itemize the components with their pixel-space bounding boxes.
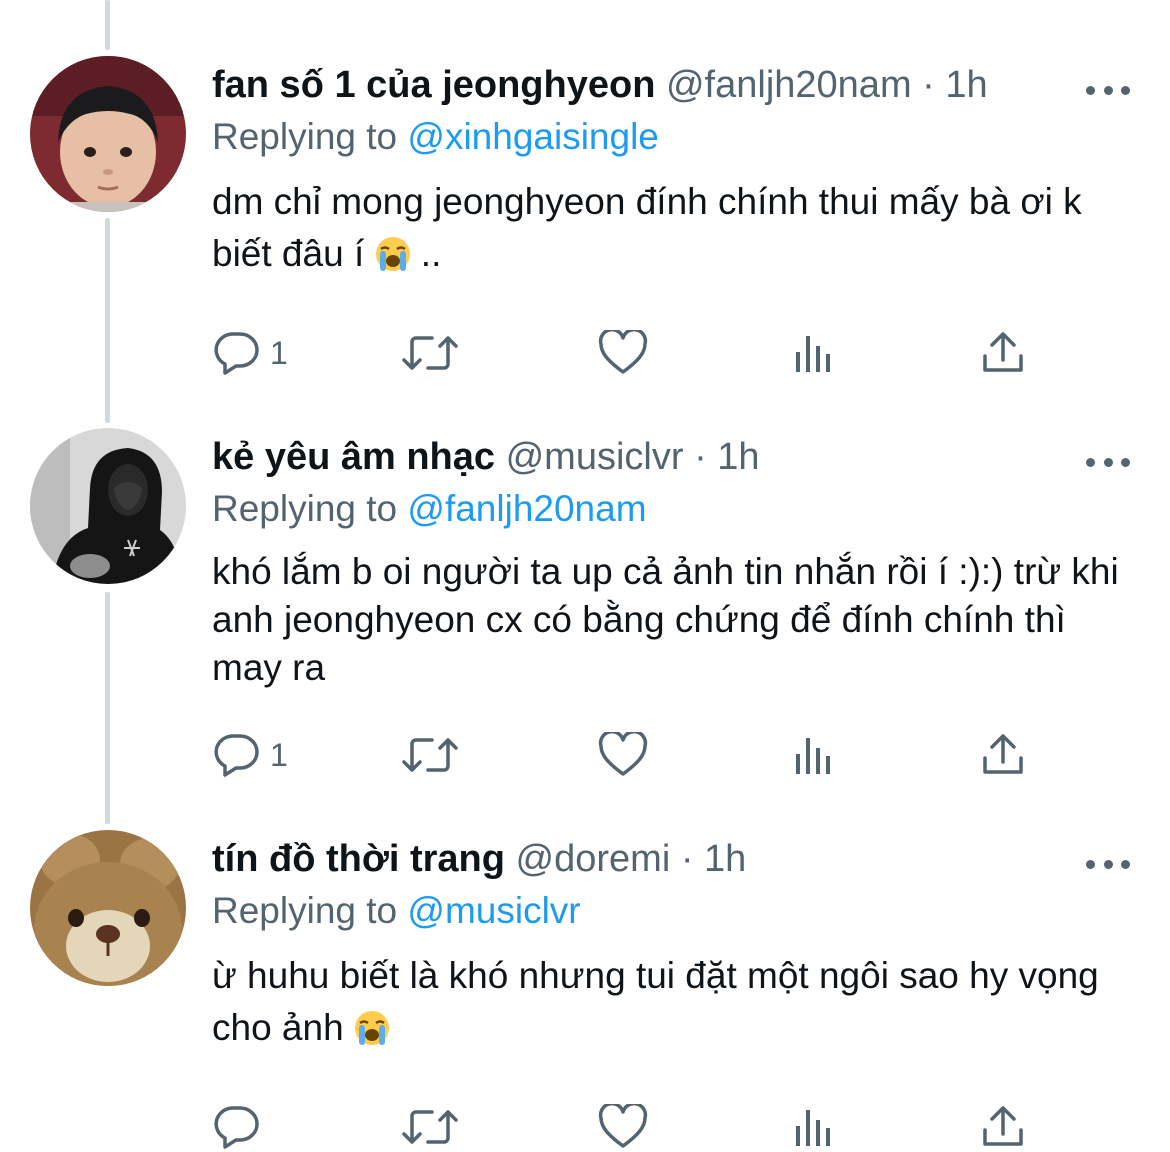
- display-name[interactable]: tín đồ thời trang: [212, 838, 505, 880]
- timestamp[interactable]: 1h: [717, 436, 759, 478]
- timestamp[interactable]: 1h: [704, 838, 746, 880]
- retweet-button[interactable]: [400, 328, 460, 378]
- tweet-text: ừ huhu biết là khó nhưng tui đặt một ngô…: [212, 950, 1142, 1054]
- display-name[interactable]: fan số 1 của jeonghyeon: [212, 64, 655, 106]
- separator: ·: [694, 436, 707, 478]
- thread-line-top: [105, 0, 110, 50]
- loudly-crying-face-icon: [375, 237, 410, 271]
- share-icon: [983, 1106, 1023, 1146]
- reply-count: 1: [270, 736, 288, 773]
- replying-to-handle[interactable]: @xinhgaisingle: [407, 116, 658, 157]
- tweet[interactable]: fan số 1 của jeonghyeon @fanljh20nam · 1…: [0, 56, 1170, 396]
- tweet-header: kẻ yêu âm nhạc @musiclvr · 1h: [212, 434, 760, 480]
- analytics-icon: [796, 738, 830, 774]
- replying-to: Replying to @fanljh20nam: [212, 486, 647, 532]
- tweet-text-main: dm chỉ mong jeonghyeon đính chính thui m…: [212, 181, 1082, 274]
- like-button[interactable]: [598, 730, 648, 780]
- replying-to-label: Replying to: [212, 116, 398, 157]
- reply-icon: [214, 1106, 259, 1149]
- replying-to-label: Replying to: [212, 890, 398, 931]
- share-icon: [983, 734, 1023, 774]
- tweet-text-main: ừ huhu biết là khó nhưng tui đặt một ngô…: [212, 955, 1099, 1048]
- reply-icon: [214, 734, 259, 777]
- reply-button[interactable]: [212, 1102, 260, 1152]
- share-button[interactable]: [980, 730, 1026, 780]
- like-button[interactable]: [598, 328, 648, 378]
- retweet-icon: [402, 336, 458, 370]
- handle[interactable]: @fanljh20nam: [666, 64, 912, 106]
- replying-to-handle[interactable]: @musiclvr: [407, 890, 580, 931]
- retweet-icon: [402, 1110, 458, 1144]
- reply-button[interactable]: 1: [212, 328, 288, 378]
- share-button[interactable]: [980, 328, 1026, 378]
- tweet-text: dm chỉ mong jeonghyeon đính chính thui m…: [212, 176, 1142, 280]
- tweet-text: khó lắm b oi người ta up cả ảnh tin nhắn…: [212, 548, 1142, 692]
- views-button[interactable]: [792, 1102, 836, 1152]
- replying-to: Replying to @xinhgaisingle: [212, 114, 659, 160]
- heart-icon: [598, 330, 648, 374]
- tweet-text-tail: ..: [420, 233, 442, 274]
- avatar[interactable]: [30, 56, 186, 212]
- replying-to-label: Replying to: [212, 488, 398, 529]
- timestamp[interactable]: 1h: [945, 64, 987, 106]
- avatar[interactable]: [30, 830, 186, 986]
- separator: ·: [922, 64, 935, 106]
- separator: ·: [680, 838, 694, 880]
- handle[interactable]: @musiclvr: [506, 436, 684, 478]
- views-button[interactable]: [792, 328, 836, 378]
- analytics-icon: [796, 336, 830, 372]
- reply-button[interactable]: 1: [212, 730, 288, 780]
- heart-icon: [598, 732, 648, 776]
- more-options-icon[interactable]: [1086, 456, 1130, 468]
- handle[interactable]: @doremi: [516, 838, 671, 880]
- reply-count: 1: [270, 334, 288, 371]
- tweet-header: tín đồ thời trang @doremi · 1h: [212, 836, 746, 882]
- retweet-icon: [402, 738, 458, 772]
- replying-to-handle[interactable]: @fanljh20nam: [407, 488, 646, 529]
- tweet-header: fan số 1 của jeonghyeon @fanljh20nam · 1…: [212, 62, 988, 108]
- display-name[interactable]: kẻ yêu âm nhạc: [212, 436, 495, 478]
- share-icon: [983, 332, 1023, 372]
- like-button[interactable]: [598, 1102, 648, 1152]
- retweet-button[interactable]: [400, 730, 460, 780]
- avatar[interactable]: [30, 428, 186, 584]
- action-bar: 1: [212, 730, 1142, 780]
- action-bar: 1: [212, 328, 1142, 378]
- replying-to: Replying to @musiclvr: [212, 888, 581, 934]
- loudly-crying-face-icon: [354, 1011, 389, 1045]
- action-bar: [212, 1102, 1142, 1152]
- tweet[interactable]: kẻ yêu âm nhạc @musiclvr · 1h Replying t…: [0, 428, 1170, 788]
- more-options-icon[interactable]: [1086, 84, 1130, 96]
- share-button[interactable]: [980, 1102, 1026, 1152]
- retweet-button[interactable]: [400, 1102, 460, 1152]
- more-options-icon[interactable]: [1086, 858, 1130, 870]
- heart-icon: [598, 1104, 648, 1148]
- analytics-icon: [796, 1110, 830, 1146]
- views-button[interactable]: [792, 730, 836, 780]
- tweet-text-main: khó lắm b oi người ta up cả ảnh tin nhắn…: [212, 551, 1119, 688]
- reply-icon: [214, 332, 259, 375]
- tweet[interactable]: tín đồ thời trang @doremi · 1h Replying …: [0, 830, 1170, 1149]
